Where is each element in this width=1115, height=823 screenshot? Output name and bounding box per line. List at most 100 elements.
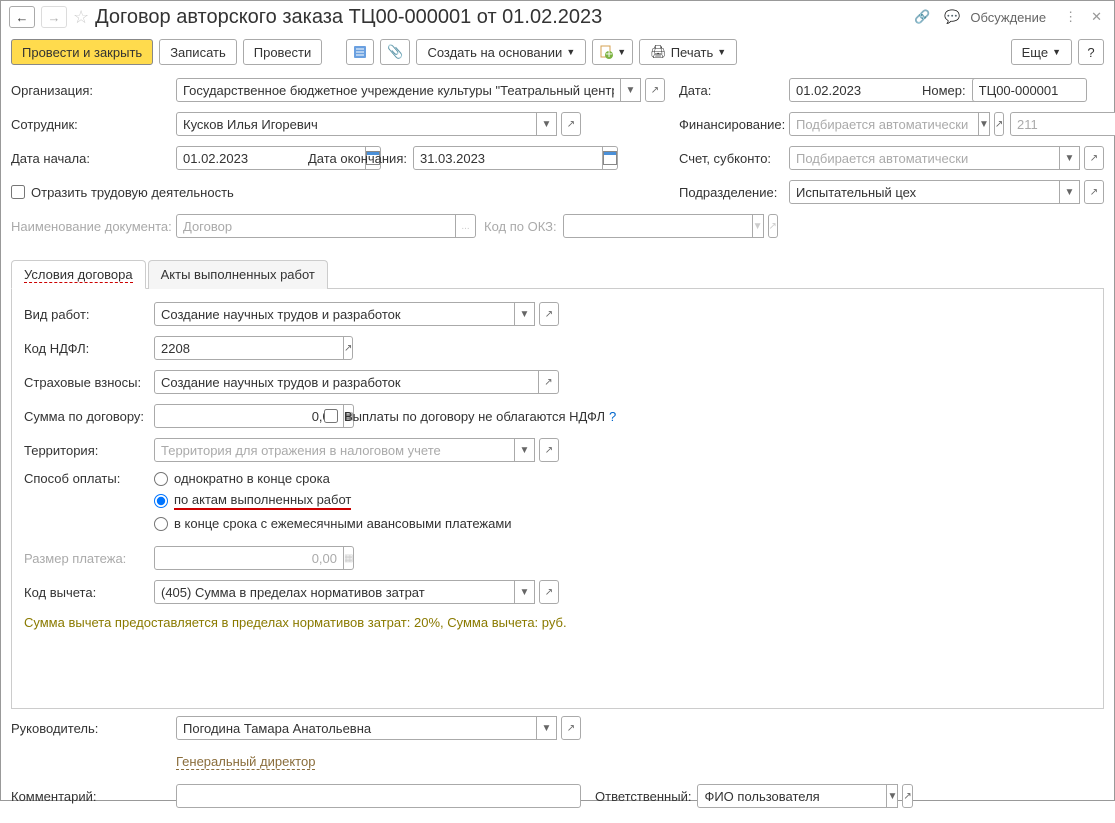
discuss-icon[interactable]: 💬 [940, 9, 964, 25]
end-date-label: Дата окончания: [308, 151, 407, 166]
dept-dropdown-icon[interactable]: ▼ [1060, 180, 1080, 204]
post-and-close-button[interactable]: Провести и закрыть [11, 39, 153, 65]
fin-label: Финансирование: [679, 117, 789, 132]
deduction-code-input[interactable] [154, 580, 515, 604]
svg-text:+: + [605, 46, 613, 59]
labor-check-label: Отразить трудовую деятельность [31, 185, 234, 200]
ndfl-code-label: Код НДФЛ: [24, 341, 154, 356]
ndfl-open-icon[interactable]: ↗ [344, 336, 353, 360]
emp-open-icon[interactable]: ↗ [561, 112, 581, 136]
fin-input[interactable] [789, 112, 979, 136]
territory-dropdown-icon[interactable]: ▼ [515, 438, 535, 462]
contract-sum-label: Сумма по договору: [24, 409, 154, 424]
payment-amount-label: Размер платежа: [24, 551, 154, 566]
attach-icon-button[interactable]: 📎 [380, 39, 410, 65]
acct-open-icon[interactable]: ↗ [1084, 146, 1104, 170]
dept-label: Подразделение: [679, 185, 789, 200]
work-type-input[interactable] [154, 302, 515, 326]
no-ndfl-checkbox[interactable] [324, 409, 338, 423]
territory-input[interactable] [154, 438, 515, 462]
dept-open-icon[interactable]: ↗ [1084, 180, 1104, 204]
payment-once-radio[interactable] [154, 472, 168, 486]
no-ndfl-label: Выплаты по договору не облагаются НДФЛ [344, 409, 605, 424]
docname-label: Наименование документа: [11, 219, 176, 234]
manager-dropdown-icon[interactable]: ▼ [537, 716, 557, 740]
dept-input[interactable] [789, 180, 1060, 204]
close-icon[interactable]: ✕ [1087, 9, 1106, 25]
end-date-input[interactable] [413, 146, 603, 170]
org-dropdown-icon[interactable]: ▼ [621, 78, 641, 102]
manager-input[interactable] [176, 716, 537, 740]
start-date-label: Дата начала: [11, 151, 176, 166]
manager-position-link[interactable]: Генеральный директор [176, 754, 315, 770]
emp-input[interactable] [176, 112, 537, 136]
docname-input [176, 214, 456, 238]
payment-once-label: однократно в конце срока [174, 471, 330, 486]
save-button[interactable]: Записать [159, 39, 237, 65]
territory-label: Территория: [24, 443, 154, 458]
deduction-code-label: Код вычета: [24, 585, 154, 600]
payment-acts-label: по актам выполненных работ [174, 492, 351, 510]
favorite-icon[interactable]: ☆ [73, 7, 89, 28]
contract-sum-input[interactable] [154, 404, 344, 428]
post-button[interactable]: Провести [243, 39, 323, 65]
work-type-dropdown-icon[interactable]: ▼ [515, 302, 535, 326]
list-icon-button[interactable] [346, 39, 374, 65]
date-label: Дата: [679, 83, 789, 98]
insurance-input[interactable] [154, 370, 539, 394]
work-type-open-icon[interactable]: ↗ [539, 302, 559, 326]
territory-open-icon[interactable]: ↗ [539, 438, 559, 462]
fin-open-icon[interactable]: ↗ [994, 112, 1004, 136]
acct-dropdown-icon[interactable]: ▼ [1060, 146, 1080, 170]
no-ndfl-help-icon[interactable]: ? [609, 409, 616, 424]
responsible-input[interactable] [697, 784, 887, 808]
nav-back-button[interactable]: ← [9, 6, 35, 28]
payment-acts-radio[interactable] [154, 494, 168, 508]
end-date-calendar-icon[interactable] [603, 146, 618, 170]
ndfl-code-input[interactable] [154, 336, 344, 360]
page-title: Договор авторского заказа ТЦ00-000001 от… [95, 6, 904, 29]
kebab-icon[interactable]: ⋮ [1060, 9, 1081, 25]
discuss-label[interactable]: Обсуждение [970, 10, 1046, 25]
okz-label: Код по ОКЗ: [484, 219, 557, 234]
tab-contract-terms[interactable]: Условия договора [11, 260, 146, 289]
insurance-open-icon[interactable]: ↗ [539, 370, 559, 394]
tab-work-acts[interactable]: Акты выполненных работ [148, 260, 328, 289]
work-type-label: Вид работ: [24, 307, 154, 322]
fin-code-input[interactable] [1010, 112, 1115, 136]
deduction-note: Сумма вычета предоставляется в пределах … [24, 615, 1091, 630]
payment-monthly-label: в конце срока с ежемесячными авансовыми … [174, 516, 512, 531]
payment-amount-input [154, 546, 344, 570]
nav-fwd-button[interactable]: → [41, 6, 67, 28]
emp-label: Сотрудник: [11, 117, 176, 132]
link-icon[interactable]: 🔗 [910, 9, 934, 25]
org-input[interactable] [176, 78, 621, 102]
responsible-label: Ответственный: [595, 789, 691, 804]
deduction-dropdown-icon[interactable]: ▼ [515, 580, 535, 604]
help-button[interactable]: ? [1078, 39, 1104, 65]
manager-label: Руководитель: [11, 721, 176, 736]
manager-open-icon[interactable]: ↗ [561, 716, 581, 740]
payment-monthly-radio[interactable] [154, 517, 168, 531]
print-button[interactable]: 🖨 Печать ▼ [639, 39, 737, 65]
responsible-open-icon[interactable]: ↗ [902, 784, 912, 808]
responsible-dropdown-icon[interactable]: ▼ [887, 784, 898, 808]
docname-more-icon: ... [456, 214, 476, 238]
more-button[interactable]: Еще ▼ [1011, 39, 1072, 65]
acct-label: Счет, субконто: [679, 151, 789, 166]
payment-method-label: Способ оплаты: [24, 471, 154, 486]
deduction-open-icon[interactable]: ↗ [539, 580, 559, 604]
comment-input[interactable] [176, 784, 581, 808]
insurance-label: Страховые взносы: [24, 375, 154, 390]
org-open-icon[interactable]: ↗ [645, 78, 665, 102]
create-based-button[interactable]: Создать на основании ▼ [416, 39, 586, 65]
acct-input[interactable] [789, 146, 1060, 170]
comment-label: Комментарий: [11, 789, 176, 804]
emp-dropdown-icon[interactable]: ▼ [537, 112, 557, 136]
payment-amount-calc-icon: ▦ [344, 546, 354, 570]
doc-add-icon-button[interactable]: + ▼ [592, 39, 633, 65]
fin-dropdown-icon[interactable]: ▼ [979, 112, 990, 136]
labor-checkbox[interactable] [11, 185, 25, 199]
number-input[interactable] [972, 78, 1087, 102]
org-label: Организация: [11, 83, 176, 98]
